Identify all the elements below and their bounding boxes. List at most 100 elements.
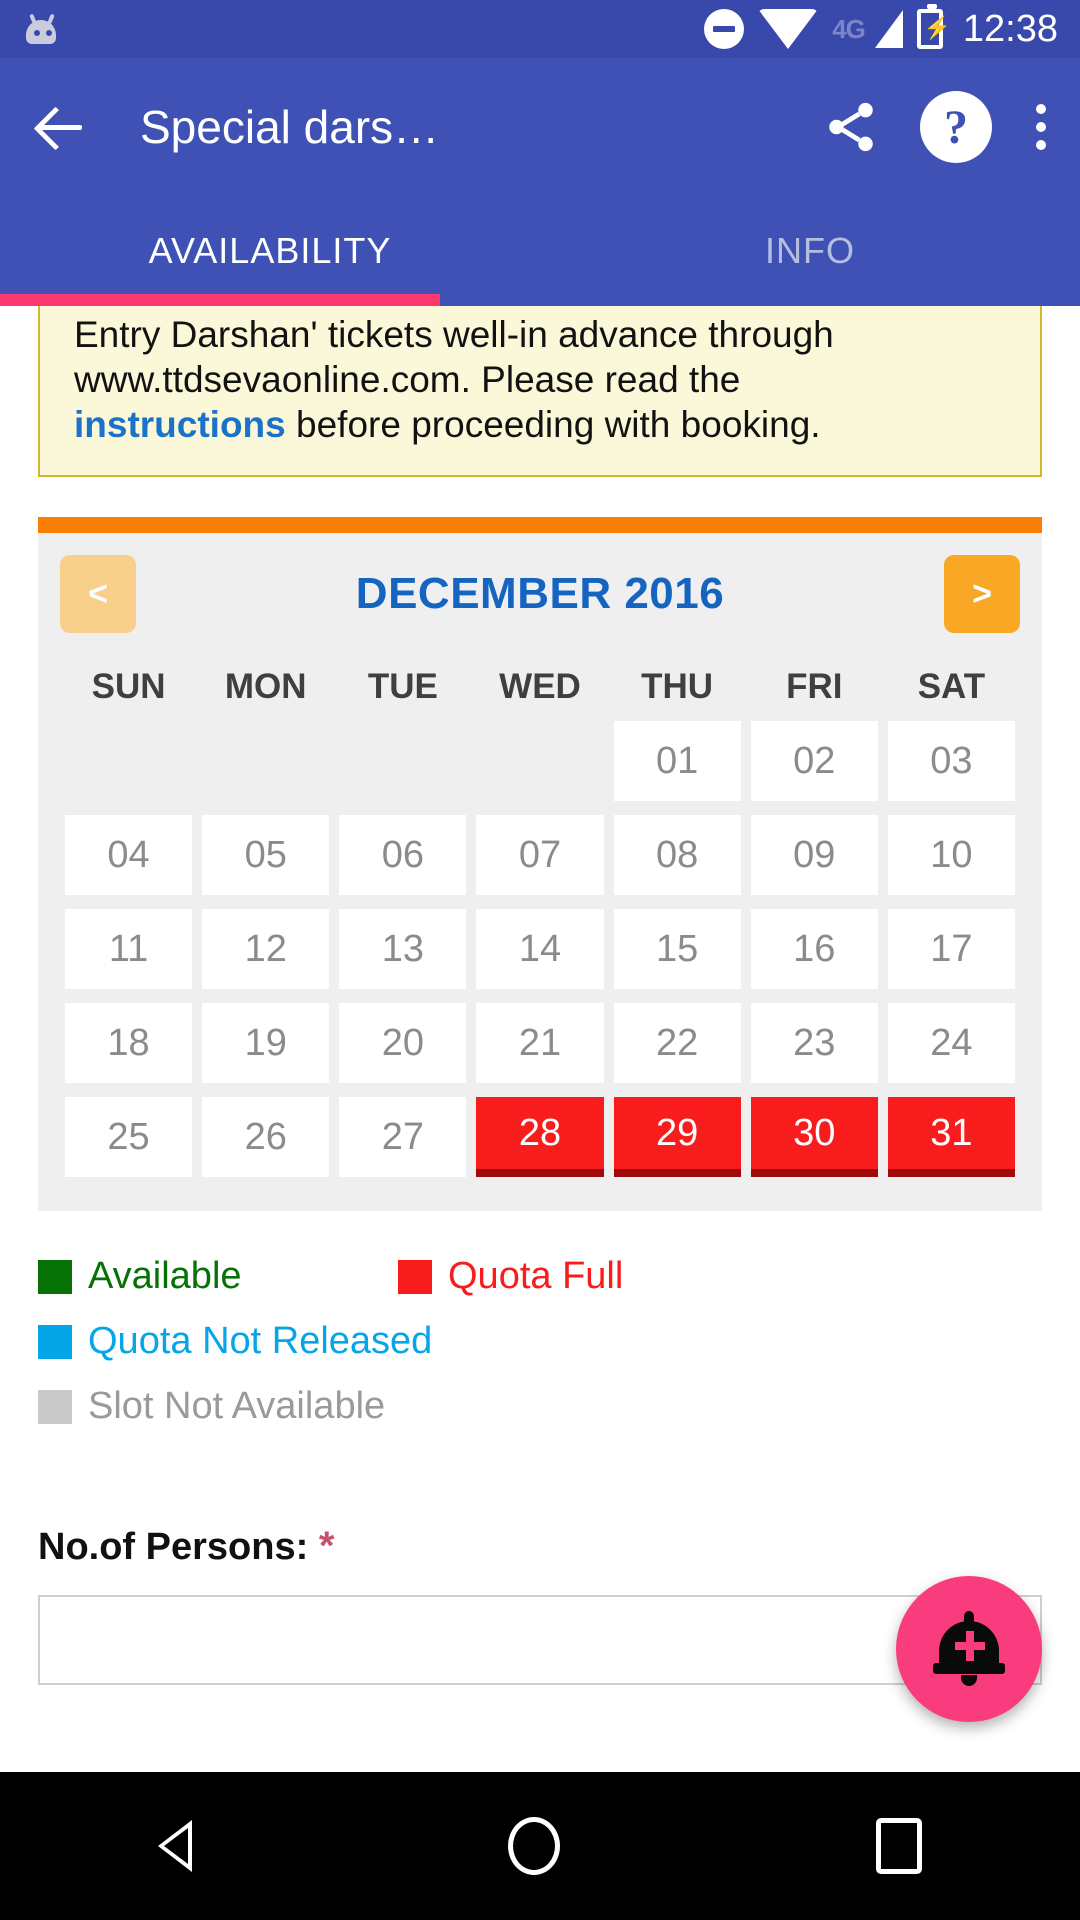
calendar-day-31[interactable]: 31 (887, 1097, 1015, 1178)
calendar-day-28[interactable]: 28 (476, 1097, 604, 1178)
legend-label-quota-full: Quota Full (448, 1255, 624, 1298)
notice-line-3: instructions before proceeding with book… (74, 402, 1006, 447)
legend-label-slot-not-available: Slot Not Available (88, 1385, 386, 1428)
weekday-sat: SAT (917, 667, 986, 707)
weekday-mon: MON (224, 667, 307, 707)
back-arrow-icon[interactable] (30, 96, 92, 158)
weekday-wed: WED (499, 667, 581, 707)
nav-back-icon[interactable] (158, 1820, 192, 1872)
calendar-prev-month-button[interactable]: < (60, 555, 136, 634)
nav-recents-icon[interactable] (876, 1818, 922, 1874)
calendar-day-06[interactable]: 06 (339, 815, 467, 896)
help-icon[interactable]: ? (920, 91, 992, 163)
legend-swatch-quota-full (398, 1259, 432, 1294)
calendar-day-01[interactable]: 01 (613, 721, 741, 802)
legend-row-1: Available Quota Full (38, 1255, 1042, 1298)
app-bar-actions: ? (822, 91, 1050, 163)
calendar-accent-bar (38, 517, 1042, 534)
calendar-day-16[interactable]: 16 (750, 909, 878, 990)
calendar-day-04[interactable]: 04 (65, 815, 193, 896)
legend-item-quota-not-released: Quota Not Released (38, 1320, 432, 1363)
calendar-grid: SUN MON TUE WED THU FRI SAT 01 02 03 04 05 06… (38, 649, 1042, 1178)
calendar-day-26[interactable]: 26 (202, 1097, 330, 1178)
calendar-next-month-button[interactable]: > (944, 555, 1020, 634)
calendar-day-11[interactable]: 11 (65, 909, 193, 990)
calendar-day-empty (339, 721, 466, 801)
weekday-fri: FRI (786, 667, 843, 707)
calendar-day-08[interactable]: 08 (613, 815, 741, 896)
calendar-day-29[interactable]: 29 (613, 1097, 741, 1178)
notice-box: Entry Darshan' tickets well-in advance t… (38, 306, 1042, 478)
calendar-day-03[interactable]: 03 (887, 721, 1015, 802)
calendar-day-23[interactable]: 23 (750, 1003, 878, 1084)
persons-form: No.of Persons: * (38, 1524, 1042, 1686)
calendar-day-18[interactable]: 18 (65, 1003, 193, 1084)
nav-home-icon[interactable] (508, 1817, 560, 1875)
instructions-link[interactable]: instructions (74, 404, 286, 445)
tab-indicator (0, 294, 440, 306)
calendar-day-12[interactable]: 12 (202, 909, 330, 990)
notice-line-1: Entry Darshan' tickets well-in advance t… (74, 314, 834, 355)
tab-info[interactable]: INFO (540, 196, 1080, 306)
signal-icon (874, 10, 903, 48)
android-head-icon (22, 13, 60, 44)
calendar: < DECEMBER 2016 > SUN MON TUE WED THU FR… (38, 517, 1042, 1212)
calendar-day-24[interactable]: 24 (887, 1003, 1015, 1084)
calendar-day-empty (65, 721, 192, 801)
tab-info-label: INFO (765, 230, 855, 271)
share-icon[interactable] (822, 98, 880, 156)
legend-label-quota-not-released: Quota Not Released (88, 1320, 433, 1363)
calendar-day-30[interactable]: 30 (750, 1097, 878, 1178)
calendar-day-empty (476, 721, 603, 801)
calendar-day-25[interactable]: 25 (65, 1097, 193, 1178)
calendar-day-09[interactable]: 09 (750, 815, 878, 896)
calendar-body: < DECEMBER 2016 > SUN MON TUE WED THU FR… (38, 533, 1042, 1212)
notice-line-3-rest: before proceeding with booking. (285, 404, 821, 446)
battery-charging-icon: ⚡ (916, 4, 951, 49)
calendar-day-10[interactable]: 10 (887, 815, 1015, 896)
calendar-day-05[interactable]: 05 (202, 815, 330, 896)
calendar-week-row: 11 12 13 14 15 16 17 (60, 909, 1020, 990)
calendar-day-27[interactable]: 27 (339, 1097, 467, 1178)
weekday-thu: THU (641, 667, 714, 707)
tab-availability[interactable]: AVAILABILITY (0, 196, 540, 306)
status-bar: 4G ⚡ 12:38 (0, 0, 1080, 58)
calendar-day-07[interactable]: 07 (476, 815, 604, 896)
weekday-tue: TUE (367, 667, 438, 707)
weekday-sun: SUN (91, 667, 166, 707)
calendar-day-15[interactable]: 15 (613, 909, 741, 990)
legend-swatch-quota-not-released (38, 1324, 72, 1359)
calendar-weeks: 01 02 03 04 05 06 07 08 09 10 11 12 13 14 15 16 17 18 19 20… (60, 721, 1020, 1178)
required-asterisk: * (318, 1524, 335, 1569)
calendar-day-22[interactable]: 22 (613, 1003, 741, 1084)
calendar-weekday-row: SUN MON TUE WED THU FRI SAT (60, 649, 1020, 721)
calendar-week-row: 01 02 03 (60, 721, 1020, 802)
calendar-day-21[interactable]: 21 (476, 1003, 604, 1084)
tab-availability-label: AVAILABILITY (148, 230, 392, 271)
do-not-disturb-icon (704, 9, 745, 49)
calendar-day-17[interactable]: 17 (887, 909, 1015, 990)
calendar-day-13[interactable]: 13 (339, 909, 467, 990)
legend-row-3: Slot Not Available (38, 1385, 1042, 1428)
persons-label-text: No.of Persons: (38, 1526, 309, 1569)
status-bar-left (22, 13, 704, 44)
calendar-day-19[interactable]: 19 (202, 1003, 330, 1084)
tab-bar: AVAILABILITY INFO (0, 196, 1080, 306)
page-title: Special dars… (140, 101, 440, 153)
add-alert-bell-icon (933, 1611, 1005, 1687)
calendar-week-row: 18 19 20 21 22 23 24 (60, 1003, 1020, 1084)
network-type-label: 4G (832, 13, 866, 44)
persons-select[interactable] (38, 1595, 1042, 1686)
wifi-icon (758, 9, 819, 49)
calendar-day-20[interactable]: 20 (339, 1003, 467, 1084)
calendar-day-14[interactable]: 14 (476, 909, 604, 990)
more-vert-icon[interactable] (1032, 100, 1050, 154)
add-alert-fab[interactable] (896, 1576, 1042, 1722)
calendar-day-02[interactable]: 02 (750, 721, 878, 802)
legend-item-slot-not-available: Slot Not Available (38, 1385, 385, 1428)
calendar-week-row: 25 26 27 28 29 30 31 (60, 1097, 1020, 1178)
calendar-day-empty (202, 721, 329, 801)
legend-swatch-slot-not-available (38, 1389, 72, 1424)
main-content: Entry Darshan' tickets well-in advance t… (0, 306, 1080, 1772)
phone-screen: 4G ⚡ 12:38 Special dars… ? AVAILABILITY … (0, 0, 1080, 1920)
